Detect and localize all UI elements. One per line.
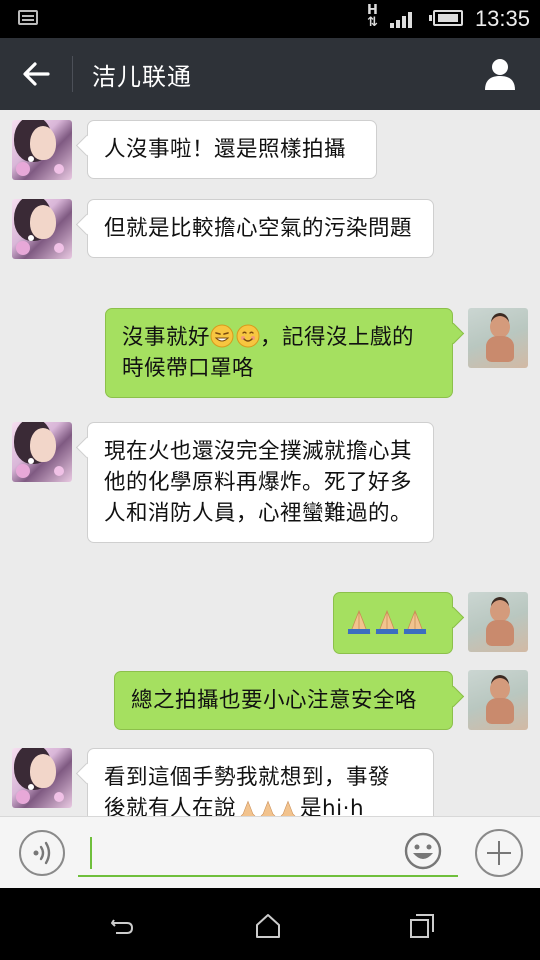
chat-title: 洁儿联通 — [92, 63, 192, 91]
more-options-button[interactable] — [475, 829, 523, 877]
message-text: 人沒事啦！還是照樣拍攝 — [104, 137, 347, 162]
smile-icon — [236, 324, 260, 348]
message-input-bar — [0, 816, 540, 888]
incoming-message[interactable]: 看到這個手勢我就想到，事發 後就有人在說 是hi·h — [87, 748, 434, 816]
outgoing-message[interactable]: 總之拍攝也要小心注意安全咯 — [114, 671, 453, 730]
signal-icon — [390, 12, 412, 28]
pray-icon — [240, 800, 256, 816]
pray-icon — [280, 800, 296, 816]
message-text: 看到這個手勢我就想到，事發 — [104, 765, 391, 790]
contact-avatar[interactable] — [12, 748, 72, 808]
my-avatar[interactable] — [468, 592, 528, 652]
message-text-continued: 後就有人在說 — [104, 796, 237, 816]
outgoing-message[interactable]: 沒事就好 ，記得沒上戲的時候帶口罩咯 — [105, 308, 453, 398]
contact-profile-icon[interactable] — [482, 56, 518, 92]
recent-apps-icon[interactable] — [408, 912, 436, 940]
my-avatar[interactable] — [468, 308, 528, 368]
message-list[interactable]: 人沒事啦！還是照樣拍攝 但就是比較擔心空氣的污染問題 沒事就好 ，記得沒上戲的時… — [0, 110, 540, 816]
emoji-picker-icon[interactable] — [403, 831, 443, 871]
message-text-field[interactable] — [96, 835, 396, 871]
voice-icon — [33, 841, 51, 865]
back-arrow-icon[interactable] — [20, 58, 52, 90]
network-type-icon: H ⇅ — [367, 3, 378, 30]
incoming-message[interactable]: 但就是比較擔心空氣的污染問題 — [87, 199, 434, 258]
incoming-message[interactable]: 現在火也還沒完全撲滅就擔心其他的化學原料再爆炸。死了好多人和消防人員，心裡蠻難過… — [87, 422, 434, 543]
message-input[interactable] — [78, 827, 458, 877]
my-avatar[interactable] — [468, 670, 528, 730]
system-nav-bar — [0, 888, 540, 960]
pray-icon — [403, 609, 427, 634]
back-icon[interactable] — [108, 912, 136, 940]
text-cursor — [90, 837, 92, 869]
message-text: 現在火也還沒完全撲滅就擔心其他的化學原料再爆炸。死了好多人和消防人員，心裡蠻難過… — [104, 439, 413, 526]
notification-icon — [18, 10, 38, 25]
contact-avatar[interactable] — [12, 199, 72, 259]
grin-icon — [210, 324, 234, 348]
voice-input-button[interactable] — [19, 830, 65, 876]
network-type-label: H — [367, 3, 378, 18]
pray-icon — [375, 609, 399, 634]
status-bar: H ⇅ 13:35 — [0, 0, 540, 38]
contact-avatar[interactable] — [12, 422, 72, 482]
message-text: 但就是比較擔心空氣的污染問題 — [104, 216, 413, 241]
message-text-tail: 是hi·h — [300, 796, 365, 816]
message-text: 沒事就好 — [122, 325, 211, 350]
contact-avatar[interactable] — [12, 120, 72, 180]
status-time: 13:35 — [474, 6, 530, 31]
home-icon[interactable] — [254, 912, 282, 940]
header-divider — [72, 56, 73, 92]
battery-icon — [429, 10, 463, 26]
chat-header: 洁儿联通 — [0, 38, 540, 110]
outgoing-message[interactable] — [333, 592, 453, 654]
pray-icon — [347, 609, 371, 634]
incoming-message[interactable]: 人沒事啦！還是照樣拍攝 — [87, 120, 377, 179]
message-text: 總之拍攝也要小心注意安全咯 — [131, 688, 418, 713]
pray-icon — [260, 800, 276, 816]
